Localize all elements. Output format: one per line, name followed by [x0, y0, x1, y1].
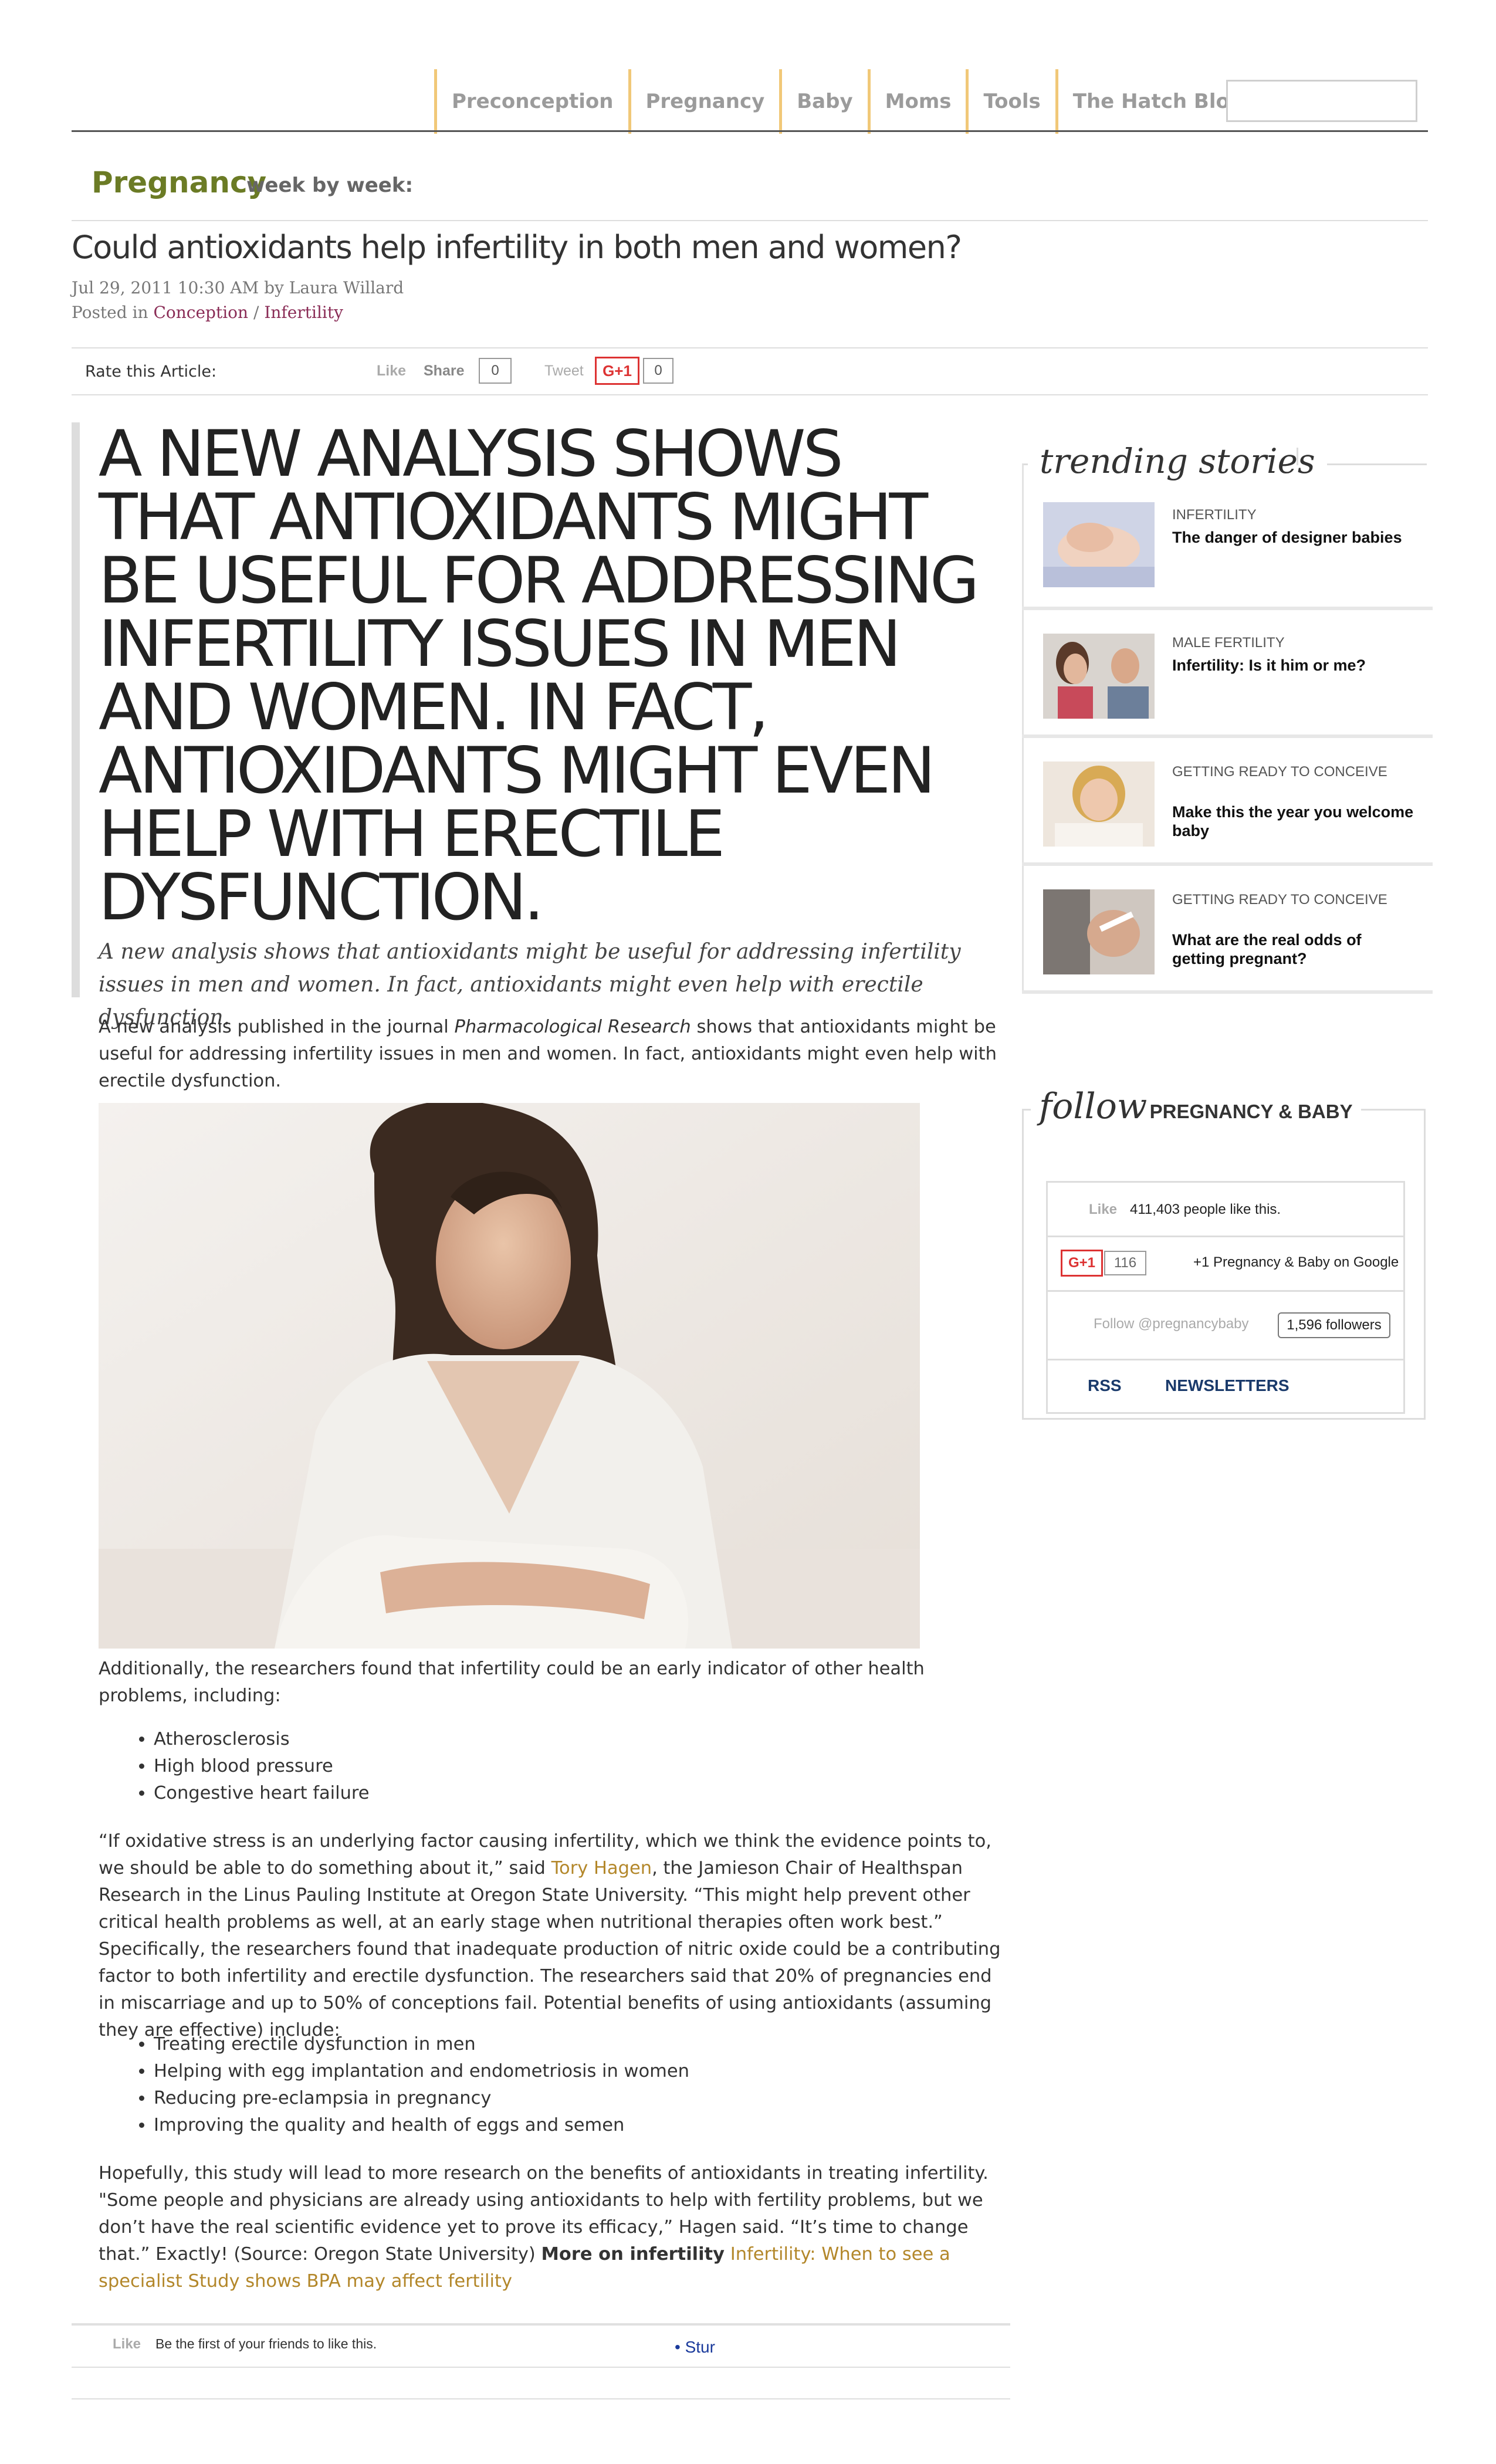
- list-item: High blood pressure: [154, 1753, 999, 1780]
- twitter-followers-count: 1,596 followers: [1278, 1312, 1390, 1338]
- thumbnail-couple[interactable]: [1043, 634, 1155, 719]
- body-paragraph: Additionally, the researchers found that…: [99, 1659, 925, 1706]
- trending-title-link[interactable]: Infertility: Is it him or me?: [1172, 656, 1419, 675]
- nav-divider: [72, 130, 1428, 132]
- trending-item[interactable]: GETTING READY TO CONCEIVE Make this the …: [1022, 740, 1433, 866]
- tweet-button[interactable]: Tweet: [544, 363, 584, 380]
- trending-item[interactable]: INFERTILITY The danger of designer babie…: [1022, 485, 1433, 610]
- rss-link[interactable]: RSS: [1088, 1376, 1122, 1395]
- trending-category: MALE FERTILITY: [1172, 635, 1285, 651]
- trending-category: GETTING READY TO CONCEIVE: [1172, 764, 1387, 780]
- journal-name: Pharmacological Research: [454, 1017, 691, 1037]
- follow-panel: follow PREGNANCY & BABY Like 411,403 peo…: [1022, 1086, 1426, 1420]
- trending-category: INFERTILITY: [1172, 507, 1257, 523]
- benefits-list: Treating erectile dysfunction in men Hel…: [99, 2031, 999, 2139]
- divider: [72, 394, 1428, 395]
- tory-hagen-link[interactable]: Tory Hagen: [551, 1858, 652, 1879]
- divider: [72, 2323, 1010, 2326]
- section-subtitle: week by week:: [246, 174, 414, 197]
- stumble-link[interactable]: • Stur: [675, 2338, 715, 2357]
- list-item: Congestive heart failure: [154, 1780, 999, 1807]
- divider: [72, 347, 1428, 348]
- body-paragraph: Hopefully, this study will lead to more …: [99, 2163, 989, 2292]
- trending-category: GETTING READY TO CONCEIVE: [1172, 892, 1387, 908]
- trending-title-link[interactable]: Make this the year you welcome baby: [1172, 803, 1419, 840]
- body-paragraph: A new analysis published in the journal …: [99, 1017, 997, 1091]
- pullquote-line: DYSFUNCTION.: [99, 860, 544, 935]
- section-title[interactable]: Pregnancy: [92, 165, 266, 199]
- nav-pregnancy[interactable]: Pregnancy: [631, 90, 780, 113]
- fb-share-button[interactable]: Share: [424, 363, 464, 380]
- health-problems-list: Atherosclerosis High blood pressure Cong…: [99, 1726, 999, 1807]
- fb-like-count: 411,403 people like this.: [1130, 1201, 1281, 1217]
- gplus-count: 0: [643, 358, 673, 384]
- pullquote-line: THAT ANTIOXIDANTS MIGHT: [99, 480, 928, 554]
- follow-heading: follow PREGNANCY & BABY: [1031, 1086, 1361, 1127]
- list-item: Reducing pre-eclampsia in pregnancy: [154, 2085, 999, 2112]
- gplus-button[interactable]: G+1: [595, 357, 639, 385]
- pullquote-line: HELP WITH ERECTILE: [99, 797, 725, 871]
- nav-preconception[interactable]: Preconception: [437, 90, 628, 113]
- facebook-like-row: Like 411,403 people like this.: [1046, 1181, 1405, 1237]
- gplus-button[interactable]: G+1: [1061, 1250, 1103, 1277]
- nav-baby[interactable]: Baby: [782, 90, 867, 113]
- trending-item[interactable]: MALE FERTILITY Infertility: Is it him or…: [1022, 612, 1433, 738]
- woman-photo: [99, 1103, 920, 1649]
- fb-like-button[interactable]: Like: [1089, 1201, 1117, 1218]
- top-nav: Preconception Pregnancy Baby Moms Tools …: [434, 69, 1258, 134]
- footer-like-button[interactable]: Like: [113, 2336, 141, 2353]
- gplus-text: +1 Pregnancy & Baby on Google: [1193, 1254, 1399, 1270]
- divider: [72, 220, 1428, 221]
- trending-title: trending stories: [1028, 441, 1327, 481]
- thumbnail-pregnancy-test[interactable]: [1043, 889, 1155, 974]
- related-link-bpa[interactable]: Study shows BPA may affect fertility: [188, 2271, 512, 2292]
- thumbnail-woman-smiling[interactable]: [1043, 761, 1155, 847]
- footer-like-text: Be the first of your friends to like thi…: [155, 2336, 377, 2351]
- gplus-count: 116: [1104, 1251, 1146, 1275]
- pullquote-line: BE USEFUL FOR ADDRESSING: [99, 543, 979, 618]
- category-link-infertility[interactable]: Infertility: [264, 303, 343, 322]
- divider: [72, 2367, 1010, 2368]
- twitter-follow-button[interactable]: Follow @pregnancybaby: [1094, 1316, 1249, 1332]
- posted-in-label: Posted in: [72, 303, 148, 322]
- pullquote-bar: [72, 422, 80, 997]
- thumbnail-hands[interactable]: [1043, 502, 1155, 587]
- list-item: Helping with egg implantation and endome…: [154, 2058, 999, 2085]
- nav-tools[interactable]: Tools: [969, 90, 1055, 113]
- article-photo: [99, 1103, 920, 1649]
- pullquote-line: INFERTILITY ISSUES IN MEN: [99, 607, 901, 681]
- pullquote: A NEW ANALYSIS SHOWS THAT ANTIOXIDANTS M…: [99, 422, 1008, 929]
- more-on-infertility-label: More on infertility: [541, 2244, 725, 2265]
- trending-title-link[interactable]: The danger of designer babies: [1172, 528, 1419, 547]
- trending-item[interactable]: GETTING READY TO CONCEIVE What are the r…: [1022, 868, 1433, 994]
- rate-label: Rate this Article:: [85, 363, 217, 381]
- pullquote-line: ANTIOXIDANTS MIGHT EVEN: [99, 733, 936, 808]
- category-link-conception[interactable]: Conception: [153, 303, 248, 322]
- article-byline: Jul 29, 2011 10:30 AM by Laura Willard: [72, 278, 404, 297]
- nav-moms[interactable]: Moms: [871, 90, 966, 113]
- article-headline: Could antioxidants help infertility in b…: [72, 229, 962, 266]
- body-paragraph: “If oxidative stress is an underlying fa…: [99, 1831, 1001, 2040]
- newsletters-link[interactable]: NEWSLETTERS: [1165, 1376, 1289, 1395]
- twitter-row: Follow @pregnancybaby 1,596 followers: [1046, 1290, 1405, 1360]
- share-count: 0: [479, 358, 512, 384]
- list-item: Treating erectile dysfunction in men: [154, 2031, 999, 2058]
- trending-title-link[interactable]: What are the real odds of getting pregna…: [1172, 930, 1419, 968]
- fb-like-button[interactable]: Like: [377, 363, 406, 380]
- article-categories: Posted in Conception / Infertility: [72, 303, 343, 322]
- category-separator: /: [253, 303, 259, 322]
- search-input[interactable]: [1226, 80, 1417, 122]
- list-item: Improving the quality and health of eggs…: [154, 2112, 999, 2139]
- subscribe-row: RSS NEWSLETTERS: [1046, 1359, 1405, 1414]
- gplus-row: G+1 116 +1 Pregnancy & Baby on Google: [1046, 1236, 1405, 1292]
- divider: [72, 2398, 1010, 2399]
- pullquote-line: AND WOMEN. IN FACT,: [99, 670, 769, 744]
- list-item: Atherosclerosis: [154, 1726, 999, 1753]
- pullquote-line: A NEW ANALYSIS SHOWS: [99, 417, 844, 491]
